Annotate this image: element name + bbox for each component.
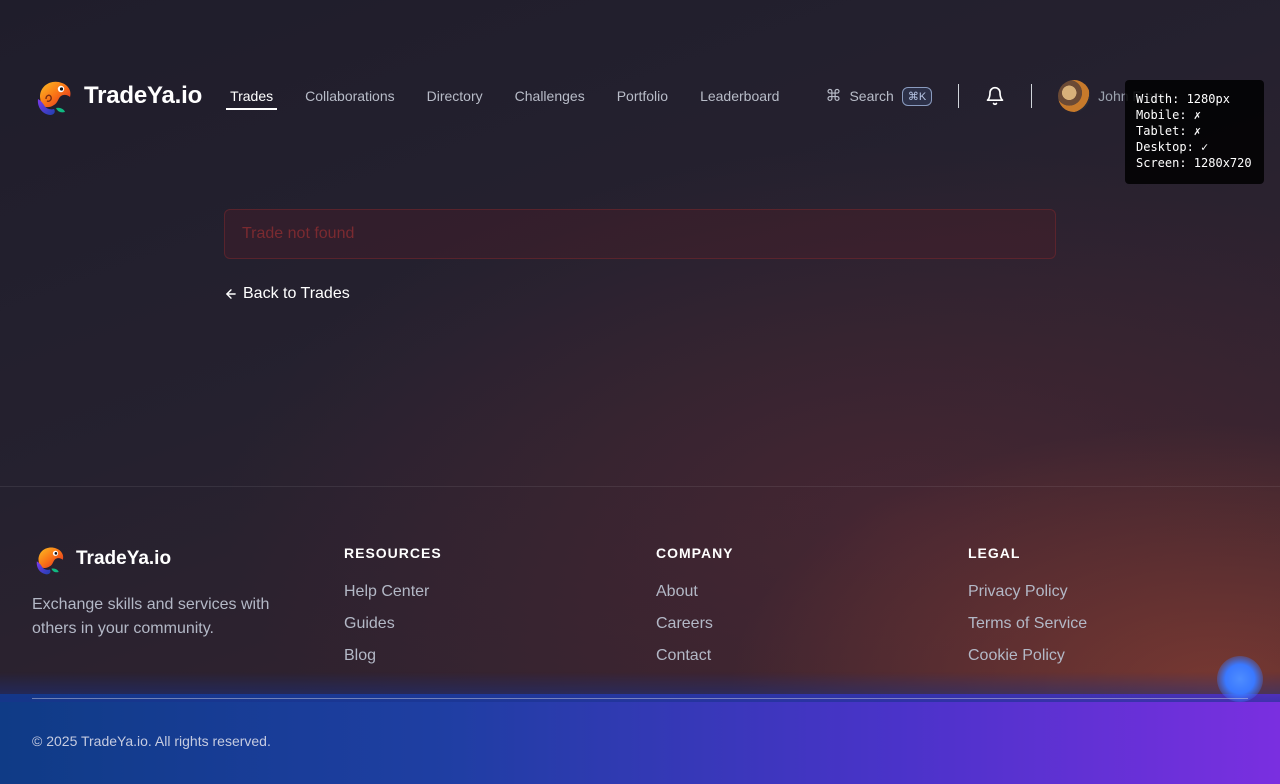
- chameleon-logo-icon: [36, 547, 64, 575]
- footer-description: Exchange skills and services with others…: [32, 596, 270, 637]
- footer-link-help-center[interactable]: Help Center: [344, 581, 442, 602]
- footer-top-border: [0, 486, 1280, 487]
- back-to-trades-link[interactable]: Back to Trades: [224, 285, 350, 303]
- footer-link-careers[interactable]: Careers: [656, 613, 734, 634]
- footer-link-contact[interactable]: Contact: [656, 645, 734, 666]
- search-shortcut-badge: ⌘K: [901, 86, 933, 106]
- copyright-text: © 2025 TradeYa.io. All rights reserved.: [32, 733, 271, 749]
- back-link-label: Back to Trades: [243, 285, 350, 302]
- header-divider: [958, 84, 960, 108]
- top-navigation-bar: TradeYa.io Trades Collaborations Directo…: [32, 72, 1248, 120]
- footer-brand-name: TradeYa.io: [76, 548, 172, 569]
- nav-item-challenges[interactable]: Challenges: [499, 80, 601, 112]
- nav-item-portfolio[interactable]: Portfolio: [601, 80, 684, 112]
- header-divider: [1031, 84, 1033, 108]
- main-nav: Trades Collaborations Directory Challeng…: [226, 80, 795, 112]
- nav-item-directory[interactable]: Directory: [411, 80, 499, 112]
- arrow-left-icon: [226, 289, 236, 299]
- debug-width: Width: 1280px: [1136, 92, 1230, 106]
- user-avatar[interactable]: [1058, 80, 1091, 112]
- viewport-debug-overlay: Width: 1280px Mobile: ✗ Tablet: ✗ Deskto…: [1125, 80, 1264, 184]
- search-button[interactable]: ⌘ Search ⌘K: [825, 86, 933, 106]
- nav-item-collaborations[interactable]: Collaborations: [289, 80, 411, 112]
- error-alert: Trade not found: [224, 209, 1056, 259]
- chameleon-logo-icon: [37, 81, 71, 115]
- footer-column-title: LEGAL: [968, 545, 1021, 561]
- footer-column-title: RESOURCES: [344, 545, 442, 561]
- footer-link-cookie-policy[interactable]: Cookie Policy: [968, 645, 1087, 666]
- footer-brand: TradeYa.io Exchange skills and services …: [32, 542, 302, 641]
- nav-item-trades[interactable]: Trades: [226, 80, 278, 112]
- footer-link-blog[interactable]: Blog: [344, 645, 442, 666]
- footer-column-legal: LEGAL Privacy Policy Terms of Service Co…: [968, 545, 1087, 677]
- debug-mobile: Mobile: ✗: [1136, 108, 1202, 122]
- footer-column-title: COMPANY: [656, 545, 734, 561]
- footer-logo[interactable]: TradeYa.io: [32, 542, 302, 576]
- notification-bell-icon[interactable]: [985, 86, 1005, 106]
- footer-link-terms-of-service[interactable]: Terms of Service: [968, 613, 1087, 634]
- nav-item-leaderboard[interactable]: Leaderboard: [684, 80, 795, 112]
- footer-link-guides[interactable]: Guides: [344, 613, 442, 634]
- debug-tablet: Tablet: ✗: [1136, 124, 1202, 138]
- footer-column-resources: RESOURCES Help Center Guides Blog: [344, 545, 442, 677]
- brand-logo[interactable]: TradeYa.io: [32, 75, 202, 117]
- footer-column-company: COMPANY About Careers Contact: [656, 545, 734, 677]
- footer-divider: [32, 698, 1248, 699]
- debug-screen: Screen: 1280x720: [1136, 156, 1252, 170]
- footer-link-privacy-policy[interactable]: Privacy Policy: [968, 581, 1087, 602]
- error-message: Trade not found: [242, 225, 355, 242]
- floating-action-orb[interactable]: [1217, 656, 1263, 702]
- debug-desktop: Desktop: ✓: [1136, 140, 1209, 154]
- brand-name: TradeYa.io: [84, 82, 203, 109]
- search-label: Search: [849, 88, 894, 104]
- footer-link-about[interactable]: About: [656, 581, 734, 602]
- command-icon: ⌘: [825, 88, 842, 105]
